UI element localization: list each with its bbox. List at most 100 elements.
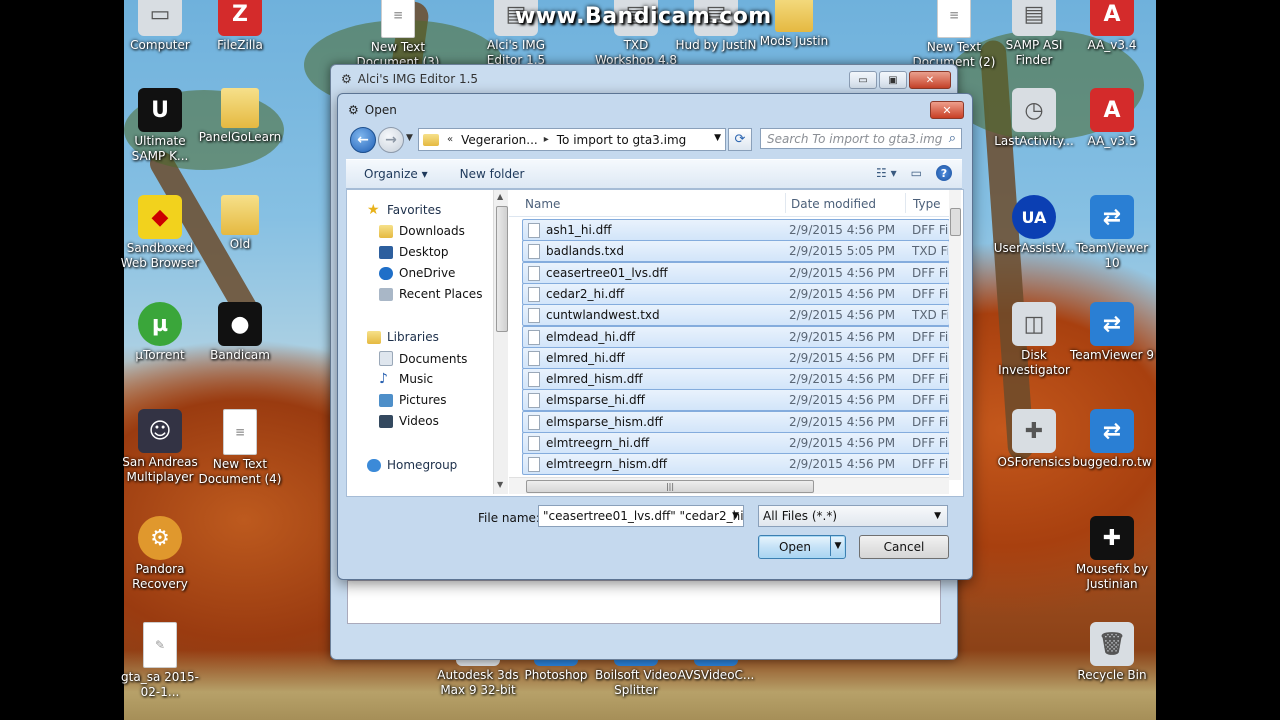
file-type-dropdown-icon[interactable]: ▼ bbox=[934, 511, 941, 521]
nav-favorites-header[interactable]: ★ Favorites bbox=[367, 203, 441, 218]
column-divider[interactable] bbox=[785, 193, 786, 213]
breadcrumb-current[interactable]: To import to gta3.img bbox=[557, 133, 687, 147]
san-andreas-multiplayer-icon: ☺ bbox=[138, 409, 182, 453]
file-row[interactable]: elmsparse_hism.dff 2/9/2015 4:56 PM DFF Fi… bbox=[522, 410, 950, 433]
new-text-document-3-icon: ≡ bbox=[381, 0, 415, 38]
file-list-vscroll-thumb[interactable] bbox=[950, 208, 961, 236]
scroll-up-icon[interactable]: ▲ bbox=[497, 192, 503, 201]
desktop-icon-userassistview[interactable]: UA UserAssistV... bbox=[992, 195, 1076, 256]
preview-pane-icon[interactable]: ▭ bbox=[911, 166, 922, 180]
desktop-icon-samp-asi-finder[interactable]: ▤ SAMP ASI Finder bbox=[992, 0, 1076, 68]
minimize-button[interactable]: ▭ bbox=[849, 71, 877, 89]
desktop-icon-panelgolearn[interactable]: PanelGoLearn bbox=[198, 88, 282, 145]
desktop-icon-disk-investigator[interactable]: ◫ Disk Investigator bbox=[992, 302, 1076, 378]
desktop-icon-teamviewer-9[interactable]: ⇄ TeamViewer 9 bbox=[1070, 302, 1154, 363]
breadcrumb-separator-icon[interactable]: ▸ bbox=[544, 134, 549, 145]
file-list-vscroll[interactable] bbox=[949, 190, 961, 480]
open-button[interactable]: Open ▼ bbox=[758, 535, 846, 559]
organize-menu[interactable]: Organize ▾ bbox=[364, 167, 428, 181]
desktop-icon-ultimate-samp[interactable]: U Ultimate SAMP K... bbox=[118, 88, 202, 164]
desktop-icon-san-andreas-multiplayer[interactable]: ☺ San Andreas Multiplayer bbox=[118, 409, 202, 485]
new-folder-button[interactable]: New folder bbox=[460, 167, 525, 181]
file-row[interactable]: elmtreegrn_hism.dff 2/9/2015 4:56 PM DFF F… bbox=[522, 453, 950, 476]
nav-item-videos[interactable]: Videos bbox=[379, 414, 439, 428]
samp-asi-finder-icon: ▤ bbox=[1012, 0, 1056, 36]
desktop-icon-old[interactable]: Old bbox=[198, 195, 282, 252]
search-input[interactable]: Search To import to gta3.img ⌕ bbox=[760, 128, 962, 149]
breadcrumb-parent[interactable]: Vegerarion... bbox=[461, 133, 538, 147]
desktop-icon-bandicam[interactable]: ● Bandicam bbox=[198, 302, 282, 363]
nav-item-onedrive[interactable]: OneDrive bbox=[379, 266, 455, 280]
file-name-dropdown-icon[interactable]: ▼ bbox=[732, 511, 739, 521]
desktop-icon-label: Pandora Recovery bbox=[132, 562, 188, 591]
file-name: elmred_hi.dff bbox=[546, 350, 625, 365]
file-row[interactable]: badlands.txd 2/9/2015 5:05 PM TXD Fi bbox=[522, 240, 950, 263]
filezilla-icon: Z bbox=[218, 0, 262, 36]
desktop-icon-aa-v34[interactable]: A AA_v3.4 bbox=[1070, 0, 1154, 53]
nav-scroll-thumb[interactable] bbox=[496, 206, 508, 332]
file-row[interactable]: cedar2_hi.dff 2/9/2015 4:56 PM DFF Fil bbox=[522, 282, 950, 305]
file-date: 2/9/2015 5:05 PM bbox=[789, 244, 896, 259]
chevron-left-icon[interactable]: « bbox=[447, 134, 453, 145]
change-view-icon[interactable]: ☷ ▾ bbox=[876, 166, 897, 180]
file-list-hscroll-thumb[interactable]: ||| bbox=[526, 480, 814, 493]
file-row[interactable]: elmred_hism.dff 2/9/2015 4:56 PM DFF Fil bbox=[522, 368, 950, 391]
address-bar[interactable]: « Vegerarion... ▸ To import to gta3.img … bbox=[418, 128, 726, 151]
scroll-down-icon[interactable]: ▼ bbox=[497, 480, 503, 489]
column-name[interactable]: Name bbox=[525, 197, 560, 211]
nav-item-recent-places[interactable]: Recent Places bbox=[379, 287, 482, 301]
desktop-icon-new-text-document-3[interactable]: ≡ New Text Document (3) bbox=[356, 0, 440, 70]
recent-locations-dropdown-icon[interactable]: ▼ bbox=[406, 133, 413, 143]
desktop-icon-pandora-recovery[interactable]: ⚙ Pandora Recovery bbox=[118, 516, 202, 592]
file-row[interactable]: ceasertree01_lvs.dff 2/9/2015 4:56 PM DFF … bbox=[522, 261, 950, 284]
desktop-icon-new-text-document-4[interactable]: ≡ New Text Document (4) bbox=[198, 409, 282, 487]
nav-item-downloads[interactable]: Downloads bbox=[379, 224, 465, 238]
refresh-button[interactable]: ⟳ bbox=[728, 128, 752, 151]
file-type-select[interactable]: All Files (*.*) ▼ bbox=[758, 505, 948, 527]
desktop-icon-computer[interactable]: ▭ Computer bbox=[118, 0, 202, 53]
file-name-input[interactable]: "ceasertree01_lvs.dff" "cedar2_hi.d ▼ bbox=[538, 505, 744, 527]
desktop-icon-utorrent[interactable]: µ µTorrent bbox=[118, 302, 202, 363]
desktop-icon-mousefix[interactable]: ✚ Mousefix by Justinian bbox=[1070, 516, 1154, 592]
column-type[interactable]: Type bbox=[913, 197, 941, 211]
nav-libraries-header[interactable]: Libraries bbox=[367, 330, 439, 344]
app-icon: ⚙ bbox=[341, 72, 352, 86]
help-icon[interactable]: ? bbox=[936, 165, 952, 181]
nav-homegroup[interactable]: Homegroup bbox=[367, 458, 457, 472]
nav-item-desktop[interactable]: Desktop bbox=[379, 245, 449, 259]
back-button[interactable]: ← bbox=[350, 127, 376, 153]
maximize-button[interactable]: ▣ bbox=[879, 71, 907, 89]
desktop-icon-label: FileZilla bbox=[217, 38, 263, 52]
column-date-modified[interactable]: Date modified bbox=[791, 197, 876, 211]
desktop-icon-new-text-document-2[interactable]: ≡ New Text Document (2) bbox=[912, 0, 996, 70]
file-type: DFF Fil bbox=[912, 393, 948, 408]
desktop-icon-gta-sa[interactable]: ✎ gta_sa 2015-02-1... bbox=[118, 622, 202, 700]
desktop-icon-filezilla[interactable]: Z FileZilla bbox=[198, 0, 282, 53]
file-row[interactable]: elmsparse_hi.dff 2/9/2015 4:56 PM DFF Fil bbox=[522, 389, 950, 412]
open-split-dropdown-icon[interactable]: ▼ bbox=[830, 536, 845, 556]
file-row[interactable]: ash1_hi.dff 2/9/2015 4:56 PM DFF Fil bbox=[522, 219, 950, 241]
desktop-icon-osforensics[interactable]: ✚ OSForensics bbox=[992, 409, 1076, 470]
nav-item-pictures[interactable]: Pictures bbox=[379, 393, 447, 407]
dialog-close-button[interactable]: ✕ bbox=[930, 101, 964, 119]
nav-item-documents[interactable]: Documents bbox=[379, 351, 467, 366]
desktop-icon-sandboxed-web-browser[interactable]: ◆ Sandboxed Web Browser bbox=[118, 195, 202, 271]
outer-close-button[interactable]: ✕ bbox=[909, 71, 951, 89]
utorrent-icon: µ bbox=[138, 302, 182, 346]
file-row[interactable]: elmtreegrn_hi.dff 2/9/2015 4:56 PM DFF Fil bbox=[522, 432, 950, 454]
column-divider[interactable] bbox=[905, 193, 906, 213]
desktop-icon-teamviewer-10[interactable]: ⇄ TeamViewer 10 bbox=[1070, 195, 1154, 271]
file-list-hscroll[interactable]: ||| bbox=[509, 477, 949, 494]
forward-button[interactable]: → bbox=[378, 127, 404, 153]
address-dropdown-icon[interactable]: ▼ bbox=[714, 133, 721, 143]
file-row[interactable]: cuntwlandwest.txd 2/9/2015 4:56 PM TXD Fi bbox=[522, 304, 950, 327]
nav-item-music[interactable]: ♪ Music bbox=[379, 372, 433, 387]
desktop-icon-bugged-ro-tw[interactable]: ⇄ bugged.ro.tw bbox=[1070, 409, 1154, 470]
desktop-icon-recycle-bin[interactable]: 🗑 Recycle Bin bbox=[1070, 622, 1154, 683]
cancel-button[interactable]: Cancel bbox=[859, 535, 949, 559]
desktop-icon-aa-v35[interactable]: A AA_v3.5 bbox=[1070, 88, 1154, 149]
file-row[interactable]: elmred_hi.dff 2/9/2015 4:56 PM DFF Fil bbox=[522, 346, 950, 369]
file-row[interactable]: elmdead_hi.dff 2/9/2015 4:56 PM DFF Fil bbox=[522, 325, 950, 348]
nav-scrollbar[interactable]: ▲ ▼ bbox=[493, 190, 508, 494]
desktop-icon-lastactivity[interactable]: ◷ LastActivity... bbox=[992, 88, 1076, 149]
